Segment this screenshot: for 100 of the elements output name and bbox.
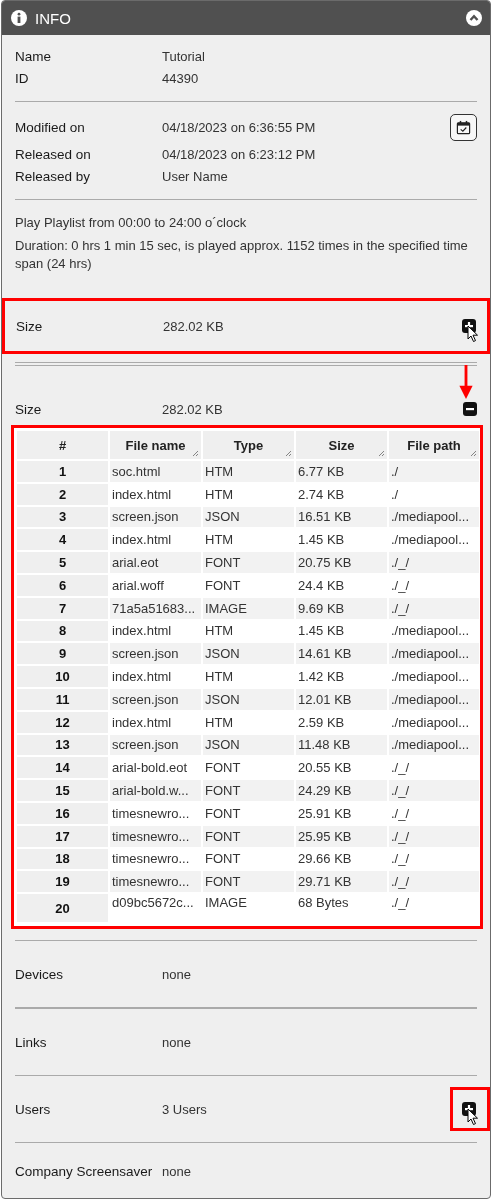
table-cell: IMAGE: [203, 597, 294, 619]
table-cell: 12: [17, 711, 108, 733]
table-cell: 3: [17, 506, 108, 528]
table-cell: 25.95 KB: [296, 825, 387, 847]
table-cell: ./mediapool...: [389, 643, 479, 665]
table-cell: 24.29 KB: [296, 780, 387, 801]
field-label: Released by: [15, 168, 92, 184]
table-cell: screen.json: [110, 734, 201, 756]
field-label: Devices: [15, 966, 64, 982]
table-cell: ./mediapool...: [389, 506, 479, 528]
table-cell: FONT: [203, 871, 294, 893]
field-value: 3 Users: [162, 1101, 207, 1117]
table-cell: screen.json: [110, 688, 201, 710]
column-header[interactable]: File name: [110, 431, 201, 459]
table-cell: 6.77 KB: [296, 461, 387, 482]
field-label: Company Screensaver: [15, 1163, 154, 1179]
table-cell: 18: [17, 848, 108, 870]
collapse-icon[interactable]: [463, 402, 477, 416]
table-cell: 9: [17, 643, 108, 665]
field-value: none: [162, 1034, 191, 1050]
table-cell: 5: [17, 552, 108, 573]
table-cell: ./_/: [389, 825, 479, 847]
resize-grip-icon[interactable]: [191, 449, 199, 457]
field-label: Modified on: [15, 119, 86, 135]
table-cell: 6: [17, 575, 108, 596]
table-cell: 4: [17, 529, 108, 551]
table-cell: 7: [17, 597, 108, 619]
column-header[interactable]: #: [17, 431, 108, 459]
table-cell: 1: [17, 461, 108, 482]
field-label: Size: [16, 318, 44, 334]
schedule-text: Duration: 0 hrs 1 min 15 sec, is played approx. 1152 times in the specified time span (24 hrs): [15, 237, 469, 273]
field-label: Name: [15, 48, 52, 64]
field-value: Tutorial: [162, 48, 205, 64]
field-label: Users: [15, 1101, 52, 1117]
table-cell: 9.69 KB: [296, 597, 387, 619]
field-value: User Name: [162, 168, 228, 184]
table-cell: ./mediapool...: [389, 688, 479, 710]
table-cell: 14: [17, 757, 108, 779]
calendar-icon: [456, 120, 471, 135]
table-cell: 12.01 KB: [296, 688, 387, 710]
field-label: ID: [15, 70, 30, 86]
table-cell: ./mediapool...: [389, 734, 479, 756]
table-cell: screen.json: [110, 643, 201, 665]
table-cell: JSON: [203, 506, 294, 528]
table-cell: 19: [17, 871, 108, 893]
table-cell: ./_/: [389, 871, 479, 893]
table-cell: FONT: [203, 780, 294, 801]
table-cell: 16: [17, 802, 108, 824]
field-value: 04/18/2023 on 6:36:55 PM: [162, 119, 316, 135]
table-cell: timesnewro...: [110, 825, 201, 847]
table-cell: FONT: [203, 552, 294, 573]
table-cell: 13: [17, 734, 108, 756]
field-value: 282.02 KB: [163, 318, 224, 334]
table-cell: arial.eot: [110, 552, 201, 573]
table-cell: screen.json: [110, 506, 201, 528]
table-cell: JSON: [203, 688, 294, 710]
field-value: 04/18/2023 on 6:23:12 PM: [162, 146, 316, 162]
table-cell: 15: [17, 780, 108, 801]
table-cell: JSON: [203, 643, 294, 665]
field-label: Released on: [15, 146, 92, 162]
table-cell: ./_/: [389, 780, 479, 801]
table-cell: JSON: [203, 734, 294, 756]
column-header[interactable]: Size: [296, 431, 387, 459]
table-cell: 29.71 KB: [296, 871, 387, 893]
table-cell: ./_/: [389, 552, 479, 573]
info-icon: [11, 10, 27, 26]
resize-grip-icon[interactable]: [284, 449, 292, 457]
table-cell: ./_/: [389, 597, 479, 619]
table-cell: HTM: [203, 461, 294, 482]
table-cell: 17: [17, 825, 108, 847]
table-cell: 2: [17, 483, 108, 505]
field-value: none: [162, 1163, 191, 1179]
table-cell: ./: [389, 461, 479, 482]
table-cell: 71a5a51683...: [110, 597, 201, 619]
column-header[interactable]: Type: [203, 431, 294, 459]
table-cell: 11.48 KB: [296, 734, 387, 756]
table-cell: 16.51 KB: [296, 506, 387, 528]
field-value: 44390: [162, 70, 199, 86]
calendar-button[interactable]: [450, 114, 477, 141]
table-cell: arial-bold.w...: [110, 780, 201, 801]
table-cell: timesnewro...: [110, 871, 201, 893]
resize-grip-icon[interactable]: [377, 449, 385, 457]
table-cell: 11: [17, 688, 108, 710]
column-header[interactable]: File path: [389, 431, 479, 459]
table-cell: 14.61 KB: [296, 643, 387, 665]
table-cell: 20.75 KB: [296, 552, 387, 573]
table-cell: 10: [17, 666, 108, 687]
field-value: none: [162, 966, 191, 982]
table-cell: 20: [17, 894, 108, 923]
table-cell: soc.html: [110, 461, 201, 482]
annotation-arrow: [459, 365, 473, 399]
field-value: 282.02 KB: [162, 401, 223, 417]
field-label: Links: [15, 1034, 48, 1050]
table-cell: 8: [17, 620, 108, 642]
collapse-icon[interactable]: [466, 10, 482, 26]
panel-title: INFO: [35, 9, 72, 27]
field-label: Size: [15, 401, 43, 417]
resize-grip-icon[interactable]: [469, 449, 477, 457]
table-cell: FONT: [203, 825, 294, 847]
schedule-text: Play Playlist from 00:00 to 24:00 o´clock: [15, 214, 248, 232]
